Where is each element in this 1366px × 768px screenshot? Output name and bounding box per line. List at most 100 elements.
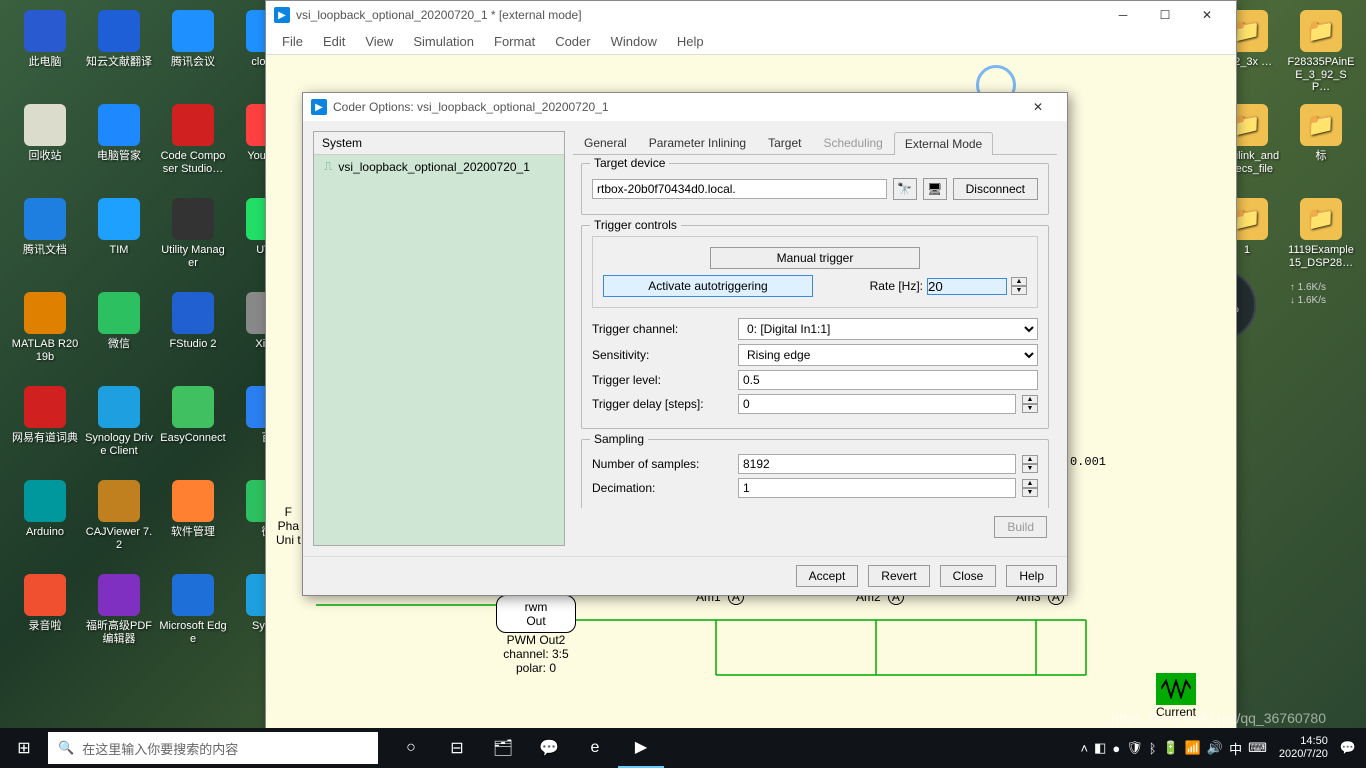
decimation-label: Decimation: bbox=[592, 481, 732, 495]
manual-trigger-button[interactable]: Manual trigger bbox=[710, 247, 920, 269]
trigger-controls-group: Trigger controls Manual trigger Activate… bbox=[581, 225, 1049, 429]
task-explorer-icon[interactable]: 🗂 bbox=[480, 728, 526, 768]
tray-battery-icon[interactable]: 🔋 bbox=[1163, 740, 1179, 756]
task-cortana-icon[interactable]: ○ bbox=[388, 728, 434, 768]
accept-button[interactable]: Accept bbox=[796, 565, 859, 587]
desktop-icon[interactable]: CAJViewer 7.2 bbox=[84, 480, 154, 570]
desktop-icon[interactable]: 腾讯文档 bbox=[10, 198, 80, 288]
activate-autotrigger-button[interactable]: Activate autotriggering bbox=[603, 275, 813, 297]
tray-network-icon[interactable]: 📶 bbox=[1185, 740, 1201, 756]
tray-app1-icon[interactable]: ◧ bbox=[1094, 740, 1106, 756]
menu-edit[interactable]: Edit bbox=[313, 32, 355, 51]
taskbar-search[interactable]: 🔍 在这里输入你要搜索的内容 bbox=[48, 732, 378, 764]
tray-shield-icon[interactable]: 🛡 bbox=[1126, 740, 1143, 756]
system-tray[interactable]: ˄ ◧ ● 🛡 ᛒ 🔋 📶 🔊 中 ⌨ 14:50 2020/7/20 💬 bbox=[1080, 735, 1366, 760]
menu-format[interactable]: Format bbox=[484, 32, 545, 51]
delay-spinner[interactable]: ▲▼ bbox=[1022, 395, 1038, 413]
tab-external-mode[interactable]: External Mode bbox=[894, 132, 993, 155]
tray-chevron-icon[interactable]: ˄ bbox=[1080, 741, 1088, 756]
tray-bluetooth-icon[interactable]: ᛒ bbox=[1149, 741, 1157, 756]
desktop-icon[interactable]: FStudio 2 bbox=[158, 292, 228, 382]
desktop-icon[interactable]: 回收站 bbox=[10, 104, 80, 194]
binoculars-icon[interactable]: 🔭 bbox=[893, 178, 917, 200]
tray-notifications-icon[interactable]: 💬 bbox=[1340, 740, 1356, 756]
desktop-icon[interactable]: 福昕高级PDF编辑器 bbox=[84, 574, 154, 664]
desktop-icon[interactable]: TIM bbox=[84, 198, 154, 288]
main-titlebar[interactable]: ▶ vsi_loopback_optional_20200720_1 * [ex… bbox=[266, 1, 1236, 29]
tree-item-model[interactable]: ⎍ vsi_loopback_optional_20200720_1 bbox=[314, 155, 564, 178]
task-view-icon[interactable]: ⊟ bbox=[434, 728, 480, 768]
target-device-input[interactable] bbox=[592, 179, 887, 199]
trigger-level-input[interactable] bbox=[738, 370, 1038, 390]
desktop-icon[interactable]: Arduino bbox=[10, 480, 80, 570]
tab-parameter-inlining[interactable]: Parameter Inlining bbox=[638, 131, 757, 154]
desktop-icon[interactable]: 网易有道词典 bbox=[10, 386, 80, 476]
close-dialog-button[interactable]: Close bbox=[940, 565, 997, 587]
tray-keyboard-icon[interactable]: ⌨ bbox=[1248, 740, 1267, 756]
menu-window[interactable]: Window bbox=[601, 32, 667, 51]
desktop-icon[interactable]: 知云文献翻译 bbox=[84, 10, 154, 100]
desktop-icon[interactable]: 📁1119Example15_DSP28… bbox=[1286, 198, 1356, 288]
taskbar-clock[interactable]: 14:50 2020/7/20 bbox=[1273, 735, 1334, 760]
tray-ime-icon[interactable]: 中 bbox=[1229, 739, 1242, 758]
system-tree[interactable]: System ⎍ vsi_loopback_optional_20200720_… bbox=[313, 131, 565, 546]
phase-block[interactable]: F Pha Uni t bbox=[276, 505, 301, 547]
target-device-group: Target device 🔭 🖥 Disconnect bbox=[581, 163, 1049, 215]
watermark-text: https://blog.csdn.net/qq_36760780 bbox=[1111, 710, 1326, 726]
trigger-delay-input[interactable] bbox=[738, 394, 1016, 414]
desktop-icon[interactable]: MATLAB R2019b bbox=[10, 292, 80, 382]
menu-simulation[interactable]: Simulation bbox=[403, 32, 484, 51]
disconnect-button[interactable]: Disconnect bbox=[953, 178, 1038, 200]
num-samples-input[interactable] bbox=[738, 454, 1016, 474]
menu-help[interactable]: Help bbox=[667, 32, 714, 51]
desktop-background: 此电脑知云文献翻译腾讯会议clou…回收站电脑管家Code Composer S… bbox=[0, 0, 1366, 768]
tray-app2-icon[interactable]: ● bbox=[1112, 741, 1120, 756]
task-edge-icon[interactable]: e bbox=[572, 728, 618, 768]
tab-scheduling[interactable]: Scheduling bbox=[812, 131, 893, 154]
menu-file[interactable]: File bbox=[272, 32, 313, 51]
monitor-icon[interactable]: 🖥 bbox=[923, 178, 947, 200]
tab-target[interactable]: Target bbox=[757, 131, 812, 154]
desktop-icon[interactable]: 电脑管家 bbox=[84, 104, 154, 194]
search-icon: 🔍 bbox=[58, 740, 74, 756]
desktop-icon[interactable]: Code Composer Studio… bbox=[158, 104, 228, 194]
coder-options-dialog[interactable]: ▶ Coder Options: vsi_loopback_optional_2… bbox=[302, 92, 1068, 596]
desktop-icon[interactable]: 软件管理 bbox=[158, 480, 228, 570]
rate-input[interactable] bbox=[927, 278, 1007, 295]
desktop-icon[interactable]: 📁标 bbox=[1286, 104, 1356, 194]
dialog-close-button[interactable]: ✕ bbox=[1017, 94, 1059, 120]
options-tabs[interactable]: GeneralParameter InliningTargetSchedulin… bbox=[573, 131, 1057, 155]
main-menubar[interactable]: FileEditViewSimulationFormatCoderWindowH… bbox=[266, 29, 1236, 55]
desktop-icon[interactable]: 此电脑 bbox=[10, 10, 80, 100]
trigger-channel-select[interactable]: 0: [Digital In1:1] bbox=[738, 318, 1038, 340]
minimize-button[interactable]: ─ bbox=[1102, 2, 1144, 28]
decimation-spinner[interactable]: ▲▼ bbox=[1022, 479, 1038, 497]
maximize-button[interactable]: ☐ bbox=[1144, 2, 1186, 28]
task-plecs-icon[interactable]: ▶ bbox=[618, 728, 664, 768]
desktop-icon[interactable]: 录音啦 bbox=[10, 574, 80, 664]
desktop-icon[interactable]: Microsoft Edge bbox=[158, 574, 228, 664]
rate-spinner[interactable]: ▲▼ bbox=[1011, 277, 1027, 295]
tab-general[interactable]: General bbox=[573, 131, 638, 154]
help-button[interactable]: Help bbox=[1006, 565, 1057, 587]
dialog-titlebar[interactable]: ▶ Coder Options: vsi_loopback_optional_2… bbox=[303, 93, 1067, 121]
task-wechat-icon[interactable]: 💬 bbox=[526, 728, 572, 768]
tray-volume-icon[interactable]: 🔊 bbox=[1207, 740, 1223, 756]
sensitivity-select[interactable]: Rising edge bbox=[738, 344, 1038, 366]
menu-coder[interactable]: Coder bbox=[545, 32, 600, 51]
start-button[interactable]: ⊞ bbox=[0, 728, 48, 768]
desktop-icon[interactable]: EasyConnect bbox=[158, 386, 228, 476]
desktop-icon[interactable]: Synology Drive Client bbox=[84, 386, 154, 476]
menu-view[interactable]: View bbox=[355, 32, 403, 51]
decimation-input[interactable] bbox=[738, 478, 1016, 498]
close-button[interactable]: ✕ bbox=[1186, 2, 1228, 28]
taskbar[interactable]: ⊞ 🔍 在这里输入你要搜索的内容 ○ ⊟ 🗂 💬 e ▶ ˄ ◧ ● 🛡 ᛒ 🔋… bbox=[0, 728, 1366, 768]
desktop-icon[interactable]: Utility Manager bbox=[158, 198, 228, 288]
desktop-icon[interactable]: 微信 bbox=[84, 292, 154, 382]
desktop-icon[interactable]: 📁F28335PAinEE_3_92_SP… bbox=[1286, 10, 1356, 100]
samples-spinner[interactable]: ▲▼ bbox=[1022, 455, 1038, 473]
revert-button[interactable]: Revert bbox=[868, 565, 929, 587]
desktop-icon[interactable]: 腾讯会议 bbox=[158, 10, 228, 100]
build-button[interactable]: Build bbox=[994, 516, 1047, 538]
desktop-icons-left: 此电脑知云文献翻译腾讯会议clou…回收站电脑管家Code Composer S… bbox=[10, 10, 302, 664]
